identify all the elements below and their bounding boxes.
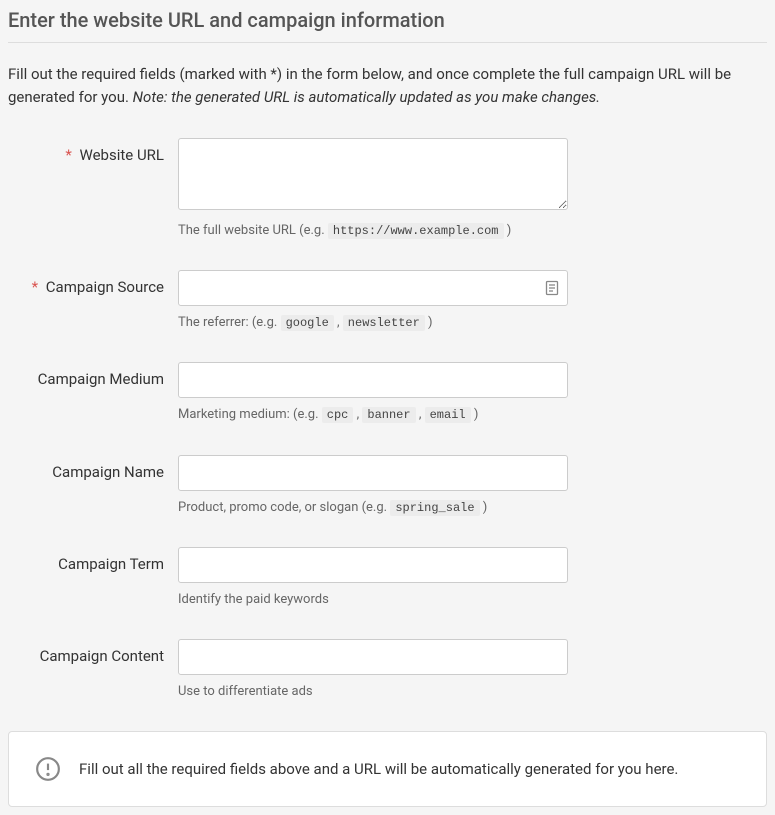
help-sep: , [334,315,343,330]
row-campaign-name: Campaign Name Product, promo code, or sl… [8,455,767,517]
label-text: Campaign Content [40,647,164,665]
intro-text: Fill out the required fields (marked wit… [8,63,767,108]
info-icon [35,756,61,782]
help-campaign-medium: Marketing medium: (e.g. cpc , banner , e… [178,406,568,424]
campaign-content-input[interactable] [178,639,568,675]
label-text: Website URL [80,146,164,164]
row-campaign-content: Campaign Content Use to differentiate ad… [8,639,767,701]
help-sep: , [416,407,425,422]
result-box: Fill out all the required fields above a… [8,731,767,807]
help-suffix: ) [471,407,479,422]
row-campaign-medium: Campaign Medium Marketing medium: (e.g. … [8,362,767,424]
label-text: Campaign Source [46,278,164,296]
help-suffix: ) [480,500,488,515]
help-code: email [425,407,471,423]
label-campaign-medium: Campaign Medium [8,362,178,388]
result-message: Fill out all the required fields above a… [79,760,678,778]
help-campaign-term: Identify the paid keywords [178,591,568,609]
help-campaign-name: Product, promo code, or slogan (e.g. spr… [178,499,568,517]
intro-note: Note: the generated URL is automatically… [133,88,600,106]
label-text: Campaign Term [58,555,164,573]
label-campaign-term: Campaign Term [8,547,178,573]
label-campaign-name: Campaign Name [8,455,178,481]
campaign-source-input[interactable] [178,270,568,306]
label-text: Campaign Name [52,463,164,481]
help-prefix: Product, promo code, or slogan (e.g. [178,500,390,515]
help-code: banner [362,407,415,423]
help-prefix: Marketing medium: (e.g. [178,407,322,422]
campaign-medium-input[interactable] [178,362,568,398]
help-code: cpc [322,407,354,423]
label-campaign-source: * Campaign Source [8,270,178,296]
row-campaign-source: * Campaign Source The referrer: (e.g. go… [8,270,767,332]
help-prefix: The full website URL (e.g. [178,223,328,238]
website-url-input[interactable] [178,138,568,210]
label-website-url: * Website URL [8,138,178,164]
help-prefix: The referrer: (e.g. [178,315,281,330]
help-campaign-source: The referrer: (e.g. google , newsletter … [178,314,568,332]
help-suffix: ) [425,315,433,330]
help-campaign-content: Use to differentiate ads [178,683,568,701]
campaign-name-input[interactable] [178,455,568,491]
page-title: Enter the website URL and campaign infor… [8,8,767,43]
help-code: google [281,315,334,331]
label-text: Campaign Medium [38,370,164,388]
row-website-url: * Website URL The full website URL (e.g.… [8,138,767,240]
campaign-term-input[interactable] [178,547,568,583]
help-website-url: The full website URL (e.g. https://www.e… [178,222,568,240]
row-campaign-term: Campaign Term Identify the paid keywords [8,547,767,609]
help-suffix: ) [504,223,512,238]
required-mark: * [65,146,71,164]
help-code: spring_sale [390,500,479,516]
label-campaign-content: Campaign Content [8,639,178,665]
required-mark: * [32,278,38,296]
help-code: newsletter [343,315,425,331]
help-code: https://www.example.com [328,223,504,239]
